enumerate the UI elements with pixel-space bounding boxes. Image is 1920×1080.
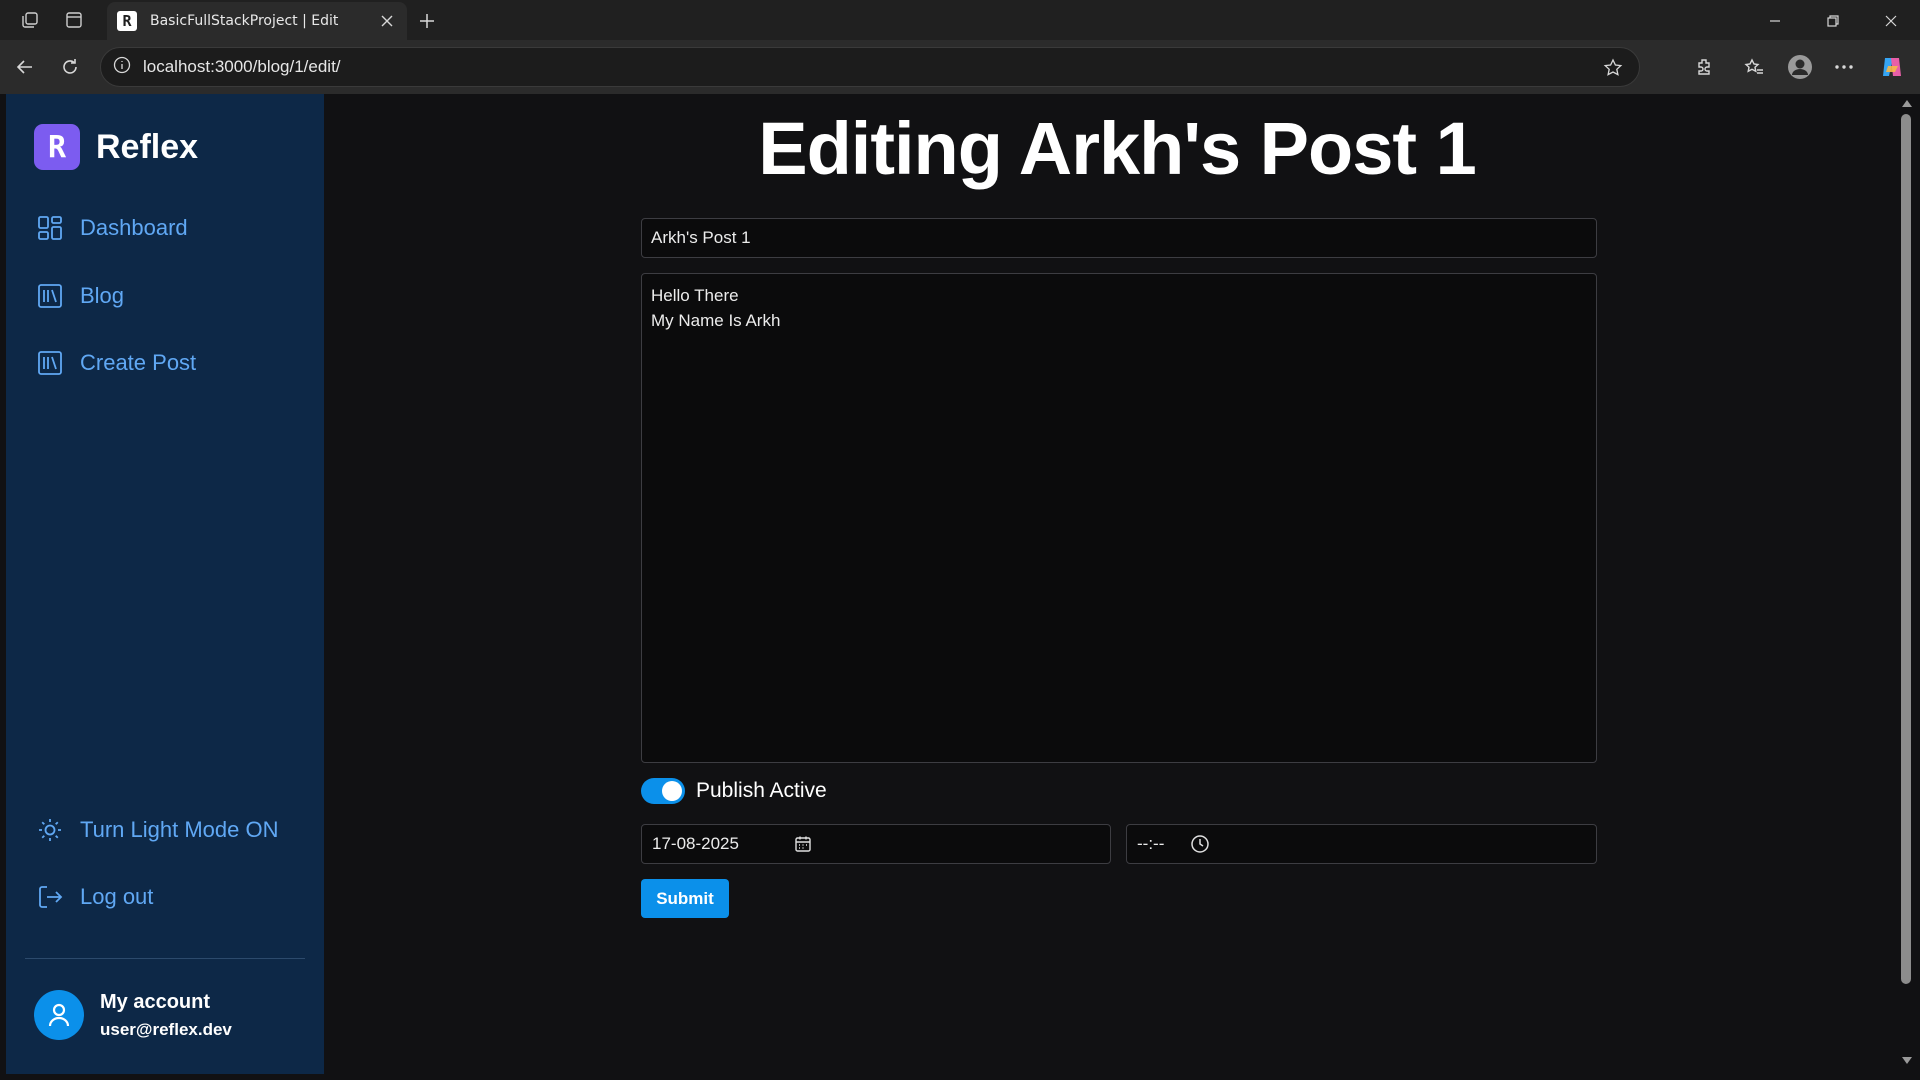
more-menu-icon[interactable] [1830,53,1858,81]
sidebar-item-label: Dashboard [80,215,188,240]
light-mode-label: Turn Light Mode ON [80,817,279,842]
page-viewport: R Reflex Dashboard Blog Create Post Turn… [0,94,1920,1080]
close-window-icon[interactable] [1876,8,1906,34]
light-mode-toggle[interactable]: Turn Light Mode ON [36,812,279,848]
sidebar-item-label: Blog [80,283,125,308]
workspaces-icon[interactable] [18,8,42,32]
library-icon [36,282,64,310]
submit-button[interactable]: Submit [641,879,729,918]
address-bar[interactable]: localhost:3000/blog/1/edit/ [100,47,1640,87]
active-tab[interactable]: R BasicFullStackProject | Edit [107,2,407,40]
date-value: 17-08-2025 [652,834,739,853]
account-name: My account [100,990,211,1013]
sidebar-divider [25,958,305,959]
sidebar-item-create-post[interactable]: Create Post [36,345,196,381]
back-icon[interactable] [11,53,39,81]
log-out-icon [36,883,64,911]
clock-icon[interactable] [1189,833,1211,855]
library-icon [36,349,64,377]
restore-icon[interactable] [1818,8,1848,34]
copilot-icon[interactable] [1878,53,1906,81]
scrollbar-thumb[interactable] [1901,114,1911,984]
sidebar-item-label: Create Post [80,350,197,375]
scroll-down-icon[interactable] [1901,1056,1913,1066]
time-value: --:-- [1137,834,1165,853]
publish-toggle-row: Publish Active [641,778,827,804]
close-tab-icon[interactable] [377,11,397,31]
content-line: Hello There [651,286,739,305]
profile-icon[interactable] [1786,53,1814,81]
account-email: user@reflex.dev [100,1019,232,1039]
vertical-tabs-icon[interactable] [62,8,86,32]
sidebar-item-blog[interactable]: Blog [36,278,124,314]
calendar-icon[interactable] [792,833,814,855]
brand[interactable]: R Reflex [34,124,198,170]
sidebar-item-dashboard[interactable]: Dashboard [36,210,188,246]
browser-toolbar: localhost:3000/blog/1/edit/ [0,40,1920,94]
switch-knob [662,781,682,801]
brand-name: Reflex [96,127,199,166]
logout-button[interactable]: Log out [36,879,153,915]
reflex-logo-icon: R [34,124,80,170]
url-text: localhost:3000/blog/1/edit/ [143,57,341,76]
page-title: Editing Arkh's Post 1 [758,107,1477,190]
post-title-input[interactable]: Arkh's Post 1 [641,218,1597,258]
reflex-favicon-icon: R [117,11,137,31]
scroll-up-icon[interactable] [1901,98,1913,108]
publish-active-switch[interactable] [641,778,685,804]
sidebar: R Reflex Dashboard Blog Create Post Turn… [6,94,324,1074]
minimize-icon[interactable] [1760,8,1790,34]
browser-tab-bar: R BasicFullStackProject | Edit [0,0,1920,40]
favorites-icon[interactable] [1740,53,1768,81]
favorite-star-icon[interactable] [1601,56,1625,80]
logout-label: Log out [80,884,154,909]
tab-title: BasicFullStackProject | Edit [150,13,339,29]
extensions-icon[interactable] [1690,53,1718,81]
layout-grid-icon [36,214,64,242]
account-panel[interactable]: My account user@reflex.dev [34,990,232,1040]
main-content: Editing Arkh's Post 1 Arkh's Post 1 Hell… [324,94,1894,1080]
publish-time-input[interactable]: --:-- [1126,824,1597,864]
user-avatar-icon [34,990,84,1040]
sun-icon [36,816,64,844]
page-scrollbar[interactable] [1894,94,1920,1080]
site-info-icon[interactable] [113,56,131,78]
new-tab-icon[interactable] [414,8,440,34]
post-content-textarea[interactable]: Hello There My Name Is Arkh [641,273,1597,763]
publish-active-label: Publish Active [696,779,827,802]
refresh-icon[interactable] [56,53,84,81]
publish-date-input[interactable]: 17-08-2025 [641,824,1111,864]
content-line: My Name Is Arkh [651,311,781,330]
